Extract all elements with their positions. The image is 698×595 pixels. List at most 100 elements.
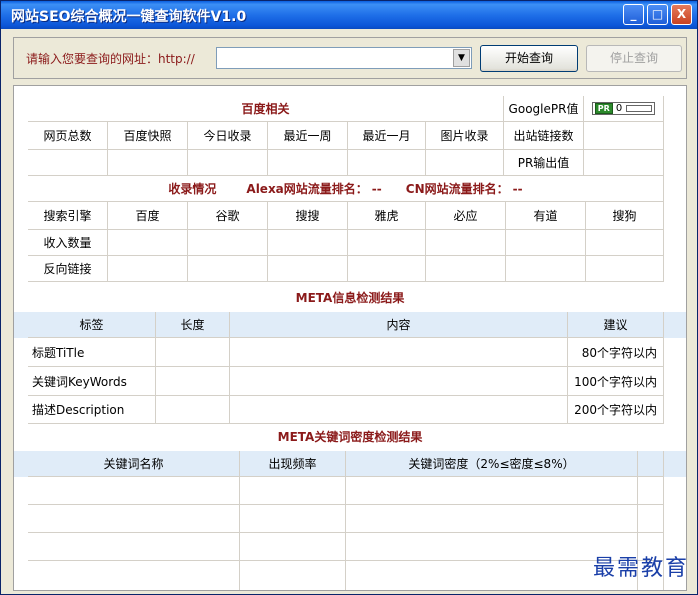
col-baidu-snapshot: 百度快照 <box>108 122 188 150</box>
table-row <box>14 505 686 533</box>
value-cell <box>426 256 506 282</box>
index-count-row: 收入数量 <box>14 230 686 256</box>
indexing-title-cell: 收录情况 Alexa网站流量排名： -- CN网站流量排名： -- <box>28 176 664 202</box>
meta-tag: 描述Description <box>28 396 156 424</box>
cn-rank-value: -- <box>512 181 523 196</box>
value-cell <box>426 230 506 256</box>
indexing-title-row: 收录情况 Alexa网站流量排名： -- CN网站流量排名： -- <box>14 176 686 202</box>
close-button[interactable]: X <box>671 4 692 25</box>
alexa-rank-value: -- <box>371 181 382 196</box>
col-soso: 搜搜 <box>268 202 348 230</box>
value-cell <box>108 256 188 282</box>
col-total-pages: 网页总数 <box>28 122 108 150</box>
meta-section-title: META信息检测结果 <box>295 291 405 305</box>
meta-content <box>230 396 568 424</box>
density-cell <box>28 561 240 590</box>
density-cell <box>28 505 240 533</box>
meta-advice: 200个字符以内 <box>568 396 664 424</box>
baidu-columns-row: 网页总数 百度快照 今日收录 最近一周 最近一月 图片收录 出站链接数 <box>14 122 686 150</box>
col-last-month: 最近一月 <box>348 122 426 150</box>
density-cell <box>28 533 240 561</box>
maximize-button[interactable]: □ <box>647 4 668 25</box>
url-combobox[interactable]: ▼ <box>216 47 472 69</box>
col-content: 内容 <box>230 312 568 338</box>
meta-row-description: 描述Description 200个字符以内 <box>14 396 686 424</box>
density-cell <box>638 505 664 533</box>
density-cell <box>240 561 346 590</box>
density-cell <box>346 505 638 533</box>
table-row <box>14 533 686 561</box>
pr-output-label: PR输出值 <box>504 150 584 176</box>
baidu-section-title: 百度相关 <box>28 96 504 122</box>
dropdown-arrow-icon[interactable]: ▼ <box>453 49 470 67</box>
meta-tag: 标题TiTle <box>28 338 156 367</box>
meta-length <box>156 367 230 396</box>
value-cell <box>506 230 586 256</box>
indexing-section-title: 收录情况 <box>168 182 217 196</box>
density-header-row: 关键词名称 出现频率 关键词密度（2%≤密度≤8%） <box>14 451 686 477</box>
meta-content <box>230 367 568 396</box>
row-label-index-count: 收入数量 <box>28 230 108 256</box>
value-cell <box>268 256 348 282</box>
meta-header-row: 标签 长度 内容 建议 <box>14 312 686 338</box>
col-length: 长度 <box>156 312 230 338</box>
query-bar: 请输入您要查询的网址：http:// ▼ 开始查询 停止查询 <box>13 37 687 79</box>
pr-badge: PR 0 <box>591 102 656 115</box>
col-outbound-links: 出站链接数 <box>504 122 584 150</box>
results-panel: 百度相关 GooglePR值 PR 0 网页总数 百度快照 今日收录 最近一周 … <box>13 85 687 591</box>
value-cell <box>188 230 268 256</box>
col-today-index: 今日收录 <box>188 122 268 150</box>
col-search-engine: 搜索引擎 <box>28 202 108 230</box>
baidu-header-row: 百度相关 GooglePR值 PR 0 <box>14 96 686 122</box>
meta-length <box>156 396 230 424</box>
col-keyword-name: 关键词名称 <box>28 451 240 477</box>
pr-value: 0 <box>615 103 623 114</box>
col-image-index: 图片收录 <box>426 122 504 150</box>
density-section-title: META关键词密度检测结果 <box>277 430 423 444</box>
stop-query-button[interactable]: 停止查询 <box>586 45 682 72</box>
value-cell <box>586 256 664 282</box>
col-yahoo: 雅虎 <box>348 202 426 230</box>
minimize-button[interactable]: _ <box>623 4 644 25</box>
col-bing: 必应 <box>426 202 506 230</box>
col-sogou: 搜狗 <box>586 202 664 230</box>
col-google: 谷歌 <box>188 202 268 230</box>
meta-row-keywords: 关键词KeyWords 100个字符以内 <box>14 367 686 396</box>
url-input[interactable] <box>219 50 447 66</box>
value-cell <box>586 230 664 256</box>
pr-bar-icon <box>626 105 653 112</box>
meta-length <box>156 338 230 367</box>
google-pr-label: GooglePR值 <box>504 96 584 122</box>
value-cell <box>188 150 268 176</box>
value-cell <box>268 150 348 176</box>
row-label-backlinks: 反向链接 <box>28 256 108 282</box>
outbound-links-value <box>584 122 664 150</box>
density-cell <box>240 477 346 505</box>
start-query-button[interactable]: 开始查询 <box>480 45 578 72</box>
density-cell <box>638 477 664 505</box>
backlinks-row: 反向链接 <box>14 256 686 282</box>
table-row <box>14 561 686 590</box>
table-row <box>14 477 686 505</box>
value-cell <box>348 150 426 176</box>
col-advice: 建议 <box>568 312 664 338</box>
app-window: 网站SEO综合概况一键查询软件V1.0 _ □ X 请输入您要查询的网址：htt… <box>0 0 698 595</box>
value-cell <box>426 150 504 176</box>
google-pr-widget: PR 0 <box>584 96 664 122</box>
baidu-values-row: PR输出值 <box>14 150 686 176</box>
col-baidu: 百度 <box>108 202 188 230</box>
value-cell <box>188 256 268 282</box>
density-cell <box>346 477 638 505</box>
col-frequency: 出现频率 <box>240 451 346 477</box>
col-extra <box>638 451 664 477</box>
value-cell <box>506 256 586 282</box>
title-bar[interactable]: 网站SEO综合概况一键查询软件V1.0 _ □ X <box>1 1 697 29</box>
value-cell <box>108 150 188 176</box>
watermark-text: 最需教育 <box>592 556 689 581</box>
meta-content <box>230 338 568 367</box>
meta-tag: 关键词KeyWords <box>28 367 156 396</box>
value-cell <box>28 150 108 176</box>
col-last-week: 最近一周 <box>268 122 348 150</box>
engines-header-row: 搜索引擎 百度 谷歌 搜搜 雅虎 必应 有道 搜狗 <box>14 202 686 230</box>
col-youdao: 有道 <box>506 202 586 230</box>
